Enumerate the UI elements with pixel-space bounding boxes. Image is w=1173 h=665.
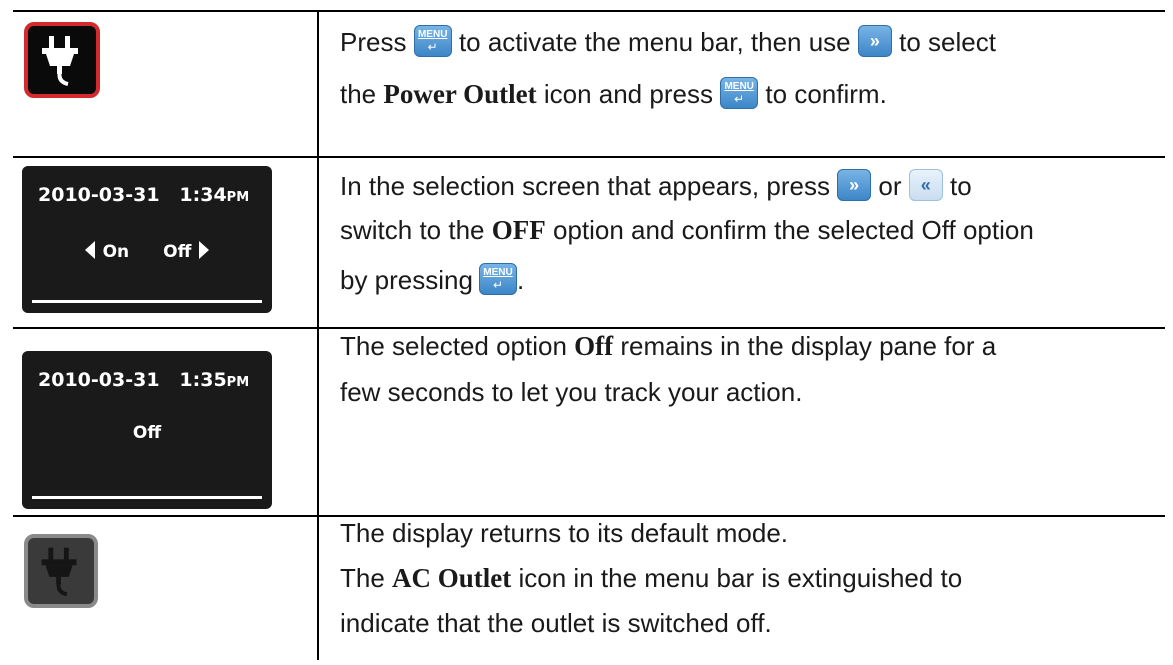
menu-enter-button-icon: MENU ↵ (413, 25, 452, 58)
instruction-text: The display returns to its default mode.… (340, 518, 963, 638)
display-datetime: 2010-03-31 1:34PM (38, 184, 250, 206)
table-row: 2010-03-31 1:35PM Off The selected optio… (13, 327, 1165, 515)
power-outlet-icon (24, 22, 100, 98)
table-row: The display returns to its default mode.… (13, 515, 1165, 665)
table-row: 2010-03-31 1:34PM On Off In the selection… (13, 156, 1165, 327)
menu-enter-button-icon: MENU ↵ (720, 77, 759, 110)
selected-option: Off (132, 423, 162, 443)
instruction-text: In the selection screen that appears, pr… (340, 169, 1034, 296)
display-pane: 2010-03-31 1:35PM Off (22, 351, 272, 509)
power-outlet-off-icon (24, 534, 98, 608)
menu-enter-button-icon: MENU ↵ (478, 263, 517, 296)
prev-arrow-button-icon: « (908, 169, 943, 202)
right-triangle-icon (199, 241, 210, 259)
instruction-text: Press MENU ↵ to activate the menu bar, th… (340, 25, 996, 110)
left-triangle-icon (84, 241, 95, 259)
display-underline (32, 496, 262, 499)
option-selector: On Off (22, 241, 272, 262)
next-arrow-button-icon: » (837, 169, 872, 202)
display-underline (32, 300, 262, 303)
next-arrow-button-icon: » (857, 25, 892, 58)
display-pane: 2010-03-31 1:34PM On Off (22, 166, 272, 313)
table-row: Press MENU ↵ to activate the menu bar, th… (13, 10, 1165, 156)
instruction-text: The selected option Off remains in the d… (340, 331, 997, 407)
display-datetime: 2010-03-31 1:35PM (38, 369, 250, 391)
